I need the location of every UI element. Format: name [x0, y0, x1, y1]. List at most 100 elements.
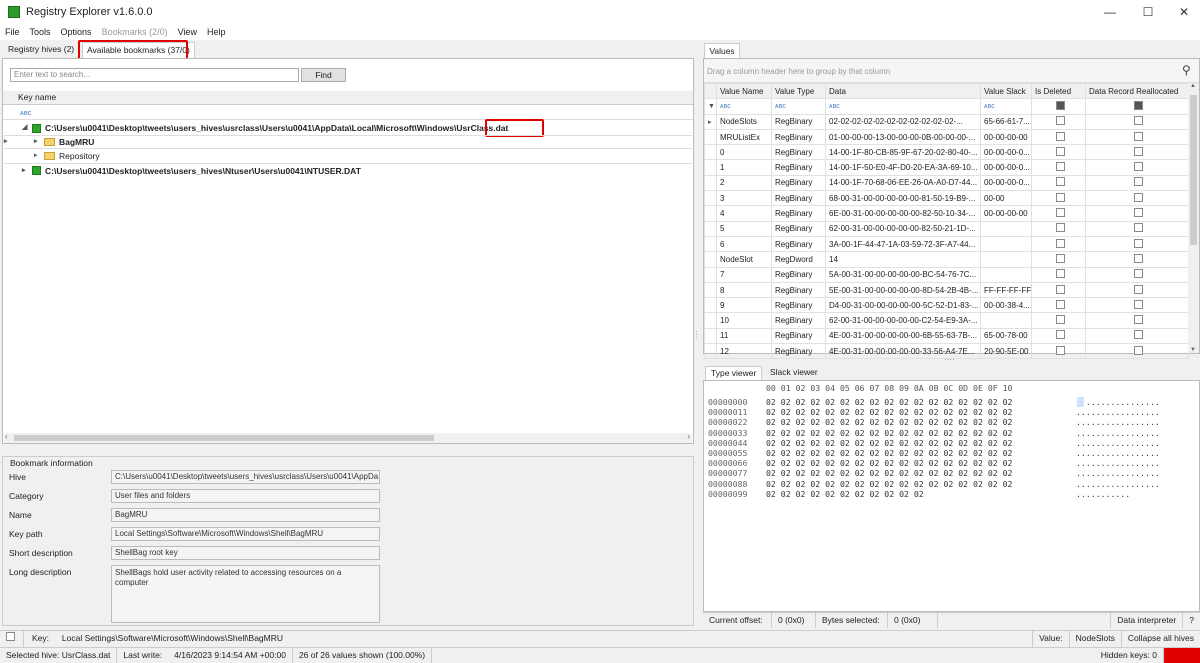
cell-value-name[interactable]: 5: [716, 220, 772, 237]
is-deleted-checkbox[interactable]: [1031, 205, 1086, 222]
menu-help[interactable]: Help: [202, 27, 231, 37]
value-row[interactable]: 4 RegBinary 6E-00-31-00-00-00-00-00-82-50-…: [704, 205, 1189, 222]
search-input[interactable]: Enter text to search...: [10, 68, 299, 82]
minimize-button[interactable]: —: [1092, 0, 1128, 24]
col-value-slack[interactable]: Value Slack: [980, 82, 1032, 100]
value-row[interactable]: 5 RegBinary 62-00-31-00-00-00-00-00-82-50-…: [704, 220, 1189, 237]
cell-data[interactable]: 6E-00-31-00-00-00-00-00-82-50-10-34-...: [825, 205, 981, 222]
cell-value-type[interactable]: RegBinary: [771, 297, 826, 314]
vertical-splitter-icon[interactable]: · · ·: [695, 328, 698, 342]
hex-viewer[interactable]: 00 01 02 03 04 05 06 07 08 09 0A 0B 0C 0…: [703, 380, 1200, 612]
cell-data[interactable]: 14-00-1F-50-E0-4F-D0-20-EA-3A-69-10...: [825, 159, 981, 176]
cell-data[interactable]: 62-00-31-00-00-00-00-00-82-50-21-1D-...: [825, 220, 981, 237]
is-deleted-checkbox[interactable]: [1031, 113, 1086, 130]
cell-data[interactable]: 5E-00-31-00-00-00-00-00-8D-54-2B-4B-...: [825, 281, 981, 299]
cell-value-name[interactable]: 3: [716, 190, 772, 207]
cell-value-name[interactable]: 10: [716, 312, 772, 329]
tab-type-viewer[interactable]: Type viewer: [705, 366, 763, 380]
cell-value-type[interactable]: RegBinary: [771, 128, 826, 146]
cell-value-name[interactable]: 0: [716, 144, 772, 161]
cell-value-slack[interactable]: 65-66-61-7...: [980, 113, 1032, 130]
expand-arrow-icon[interactable]: ◢: [22, 121, 32, 135]
bm-field-key-path[interactable]: Local Settings\Software\Microsoft\Window…: [111, 527, 380, 541]
menu-view[interactable]: View: [173, 27, 202, 37]
cell-value-slack[interactable]: FF-FF-FF-FF: [980, 281, 1032, 299]
value-row[interactable]: 0 RegBinary 14-00-1F-80-CB-85-9F-67-20-02-…: [704, 144, 1189, 161]
cell-value-slack[interactable]: 20-90-5E-00: [980, 343, 1032, 360]
cell-value-slack[interactable]: [980, 251, 1032, 268]
status-checkbox[interactable]: [0, 631, 24, 647]
cell-data[interactable]: 3A-00-1F-44-47-1A-03-59-72-3F-A7-44...: [825, 235, 981, 253]
cell-value-slack[interactable]: 00-00-00-0...: [980, 159, 1032, 176]
maximize-button[interactable]: ☐: [1130, 0, 1166, 24]
reallocated-checkbox[interactable]: [1085, 343, 1189, 360]
is-deleted-checkbox[interactable]: [1031, 266, 1086, 283]
cell-value-slack[interactable]: 00-00-38-4...: [980, 297, 1032, 314]
filter-cell[interactable]: ᴀʙc: [825, 98, 981, 115]
close-button[interactable]: ✕: [1166, 0, 1200, 24]
cell-value-slack[interactable]: 00-00-00-00: [980, 205, 1032, 222]
is-deleted-checkbox[interactable]: [1031, 220, 1086, 237]
cell-value-name[interactable]: 4: [716, 205, 772, 222]
cell-data[interactable]: 14-00-1F-80-CB-85-9F-67-20-02-80-40-...: [825, 144, 981, 161]
cell-value-name[interactable]: 12: [716, 343, 772, 360]
filter-cell[interactable]: ᴀʙc: [980, 98, 1032, 115]
value-row[interactable]: MRUListEx RegBinary 01-00-00-00-13-00-00-0…: [704, 128, 1189, 146]
cell-value-type[interactable]: RegBinary: [771, 205, 826, 222]
filter-icon[interactable]: ▼: [704, 98, 717, 115]
cell-value-type[interactable]: RegBinary: [771, 281, 826, 299]
cell-value-slack[interactable]: 00-00-00-0...: [980, 144, 1032, 161]
cell-data[interactable]: D4-00-31-00-00-00-00-00-5C-52-D1-83-...: [825, 297, 981, 314]
is-deleted-checkbox[interactable]: [1031, 174, 1086, 192]
value-row[interactable]: 11 RegBinary 4E-00-31-00-00-00-00-00-6B-55…: [704, 327, 1189, 345]
menu-tools[interactable]: Tools: [25, 27, 56, 37]
cell-data[interactable]: 5A-00-31-00-00-00-00-00-BC-54-76-7C...: [825, 266, 981, 283]
cell-value-name[interactable]: MRUListEx: [716, 128, 772, 146]
bm-field-category[interactable]: User files and folders: [111, 489, 380, 503]
collapse-all-hives-button[interactable]: Collapse all hives: [1122, 631, 1200, 647]
cell-value-type[interactable]: RegDword: [771, 251, 826, 268]
reallocated-checkbox[interactable]: [1085, 251, 1189, 268]
cell-data[interactable]: 68-00-31-00-00-00-00-00-81-50-19-B9-...: [825, 190, 981, 207]
is-deleted-checkbox[interactable]: [1031, 281, 1086, 299]
reallocated-checkbox[interactable]: [1085, 327, 1189, 345]
value-row[interactable]: 8 RegBinary 5E-00-31-00-00-00-00-00-8D-54-…: [704, 281, 1189, 299]
menu-bookmarks[interactable]: Bookmarks (2/0): [97, 27, 173, 37]
is-deleted-checkbox[interactable]: [1031, 251, 1086, 268]
tree-row-usrclass[interactable]: ◢ C:\Users\u0041\Desktop\tweets\users_hi…: [4, 121, 692, 135]
filter-cell[interactable]: ᴀʙc: [716, 98, 772, 115]
reallocated-checkbox[interactable]: [1085, 174, 1189, 192]
cell-value-type[interactable]: RegBinary: [771, 144, 826, 161]
menu-file[interactable]: File: [0, 27, 25, 37]
cell-value-type[interactable]: RegBinary: [771, 266, 826, 283]
reallocated-checkbox[interactable]: [1085, 297, 1189, 314]
tab-registry-hives[interactable]: Registry hives (2): [4, 42, 78, 58]
reallocated-checkbox[interactable]: [1085, 144, 1189, 161]
col-value-name[interactable]: Value Name: [716, 82, 772, 100]
filter-checkbox[interactable]: [1031, 98, 1086, 115]
cell-data[interactable]: 02-02-02-02-02-02-02-02-02-02-02-...: [825, 113, 981, 130]
cell-value-slack[interactable]: [980, 312, 1032, 329]
filter-checkbox[interactable]: [1085, 98, 1189, 115]
expand-arrow-icon[interactable]: ▸: [22, 164, 32, 178]
tree-row-repository[interactable]: ▸ Repository: [4, 149, 692, 163]
is-deleted-checkbox[interactable]: [1031, 327, 1086, 345]
find-button[interactable]: Find: [301, 68, 346, 82]
reallocated-checkbox[interactable]: [1085, 113, 1189, 130]
scroll-left-icon[interactable]: ‹: [5, 432, 8, 441]
value-row[interactable]: 1 RegBinary 14-00-1F-50-E0-4F-D0-20-EA-3A-…: [704, 159, 1189, 176]
value-row[interactable]: NodeSlot RegDword 14: [704, 251, 1189, 268]
is-deleted-checkbox[interactable]: [1031, 297, 1086, 314]
cell-value-name[interactable]: 9: [716, 297, 772, 314]
bm-field-long-desc[interactable]: ShellBags hold user activity related to …: [111, 565, 380, 623]
is-deleted-checkbox[interactable]: [1031, 128, 1086, 146]
data-interpreter-button[interactable]: Data interpreter: [1110, 613, 1184, 628]
horizontal-scrollbar[interactable]: ‹ ›: [4, 432, 692, 443]
cell-value-slack[interactable]: 65-00-78-00: [980, 327, 1032, 345]
reallocated-checkbox[interactable]: [1085, 312, 1189, 329]
cell-value-name[interactable]: 1: [716, 159, 772, 176]
value-row[interactable]: 7 RegBinary 5A-00-31-00-00-00-00-00-BC-54-…: [704, 266, 1189, 283]
is-deleted-checkbox[interactable]: [1031, 312, 1086, 329]
value-row[interactable]: ▸ NodeSlots RegBinary 02-02-02-02-02-02-02-…: [704, 113, 1189, 130]
reallocated-checkbox[interactable]: [1085, 159, 1189, 176]
